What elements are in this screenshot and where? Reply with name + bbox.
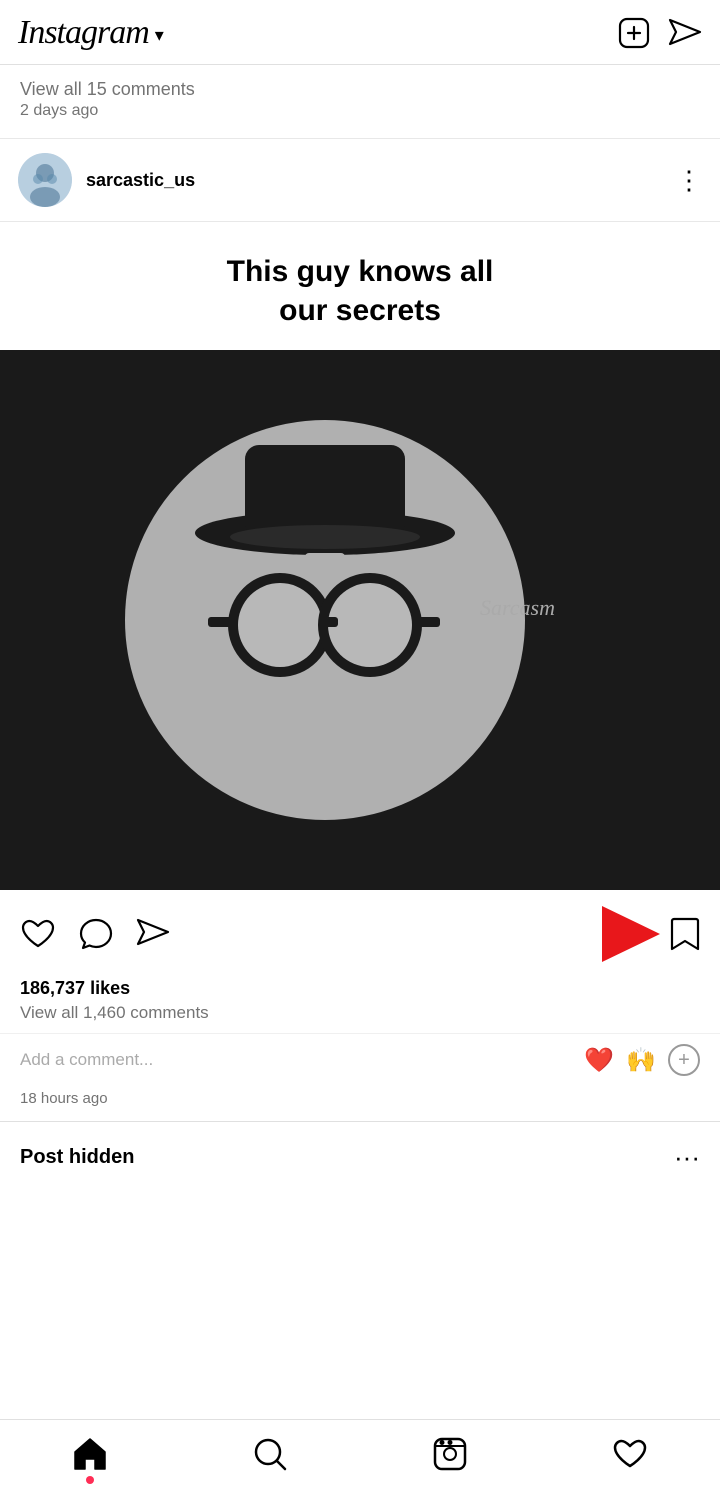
avatar-image (18, 153, 72, 207)
post-user-info: sarcastic_us (18, 153, 195, 207)
svg-text:Sarcasm: Sarcasm (480, 595, 555, 620)
post-hidden-label: Post hidden (20, 1146, 134, 1169)
hidden-post-more-icon[interactable]: ··· (674, 1142, 700, 1173)
header-actions (618, 17, 702, 49)
post-actions (0, 890, 720, 978)
nav-search-button[interactable] (252, 1436, 288, 1472)
post-time: 18 hours ago (0, 1086, 720, 1121)
add-emoji-button[interactable]: + (668, 1044, 700, 1076)
raised-hands-emoji[interactable]: 🙌 (626, 1046, 656, 1075)
direct-messages-icon (668, 18, 702, 48)
heart-icon (20, 918, 56, 950)
nav-reels-button[interactable] (432, 1436, 468, 1472)
post-header: sarcastic_us ⋮ (0, 139, 720, 222)
post-image-svg: Sarcasm (95, 355, 625, 885)
nav-home-button[interactable] (72, 1436, 108, 1472)
red-arrow-icon (602, 906, 660, 962)
post-more-options-button[interactable]: ⋮ (676, 165, 702, 196)
header-left: Instagram ▾ (18, 14, 164, 52)
comment-emoji-options: ❤️ 🙌 + (584, 1044, 700, 1076)
avatar[interactable] (18, 153, 72, 207)
post-username[interactable]: sarcastic_us (86, 170, 195, 191)
likes-count: 186,737 likes (20, 978, 700, 999)
heart-emoji[interactable]: ❤️ (584, 1046, 614, 1075)
create-plus-icon (618, 17, 650, 49)
app-header: Instagram ▾ (0, 0, 720, 65)
dropdown-chevron-icon[interactable]: ▾ (155, 25, 164, 46)
save-button[interactable] (670, 916, 700, 952)
nav-activity-button[interactable] (612, 1436, 648, 1472)
add-comment-row: Add a comment... ❤️ 🙌 + (0, 1033, 720, 1086)
reels-icon (432, 1436, 468, 1472)
activity-heart-icon (612, 1436, 648, 1472)
direct-messages-button[interactable] (668, 18, 702, 48)
post-image[interactable]: Sarcasm (0, 350, 720, 890)
view-all-comments-link-post[interactable]: View all 1,460 comments (20, 1003, 700, 1023)
share-button[interactable] (136, 918, 170, 950)
prev-post-comments: View all 15 comments 2 days ago (0, 65, 720, 139)
share-icon (136, 918, 170, 950)
post-stats: 186,737 likes View all 1,460 comments (0, 978, 720, 1033)
red-arrow-indicator (602, 906, 660, 962)
prev-post-time: 2 days ago (20, 102, 700, 134)
bookmark-icon (670, 916, 700, 952)
like-button[interactable] (20, 918, 56, 950)
app-logo: Instagram (18, 14, 149, 52)
save-indicator (602, 906, 700, 962)
hidden-post-preview: Post hidden ··· (0, 1121, 720, 1183)
view-all-comments-link[interactable]: View all 15 comments (20, 79, 700, 100)
create-post-button[interactable] (618, 17, 650, 49)
add-comment-input[interactable]: Add a comment... (20, 1050, 153, 1070)
bottom-navigation (0, 1419, 720, 1492)
more-options-icon: ⋮ (676, 165, 702, 196)
comment-icon (78, 917, 114, 951)
comment-button[interactable] (78, 917, 114, 951)
home-icon (72, 1436, 108, 1472)
post-caption: This guy knows all our secrets (0, 222, 720, 350)
post-actions-left (20, 917, 170, 951)
search-icon (252, 1436, 288, 1472)
post-content: This guy knows all our secrets (0, 222, 720, 890)
